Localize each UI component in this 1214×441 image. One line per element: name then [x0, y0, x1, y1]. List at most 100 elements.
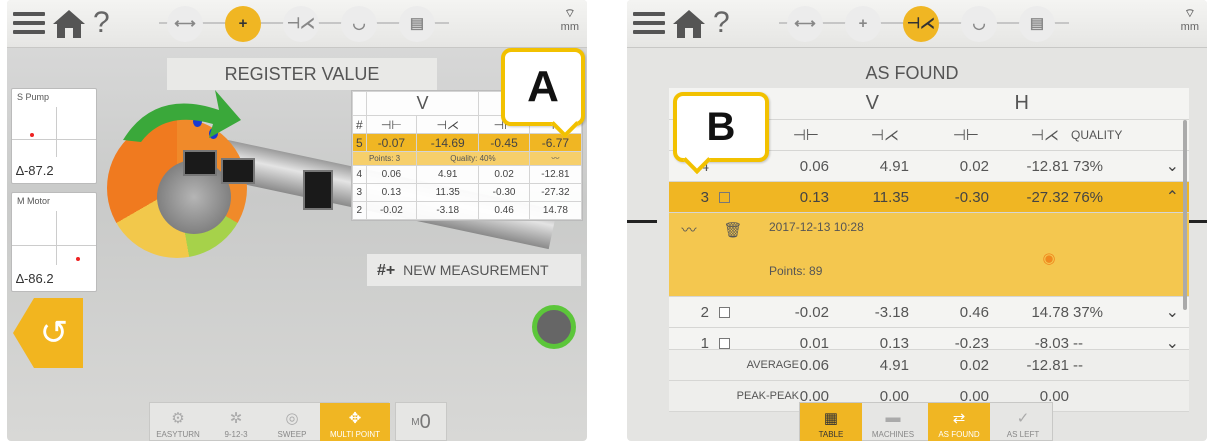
- cell-value: 0.13: [879, 335, 909, 350]
- tab-label: MACHINES: [871, 430, 915, 439]
- divider: [12, 245, 96, 246]
- wifi-icon: ⌔: [564, 6, 576, 20]
- divider: [56, 211, 57, 265]
- tab-as-left[interactable]: ✓ AS LEFT: [992, 403, 1054, 441]
- tab-label: SWEEP: [277, 430, 307, 439]
- machine-box-movable[interactable]: M Motor ∆-86.2: [11, 192, 97, 292]
- measurement-timestamp: 2017-12-13 10:28: [769, 220, 864, 234]
- table-scrollbar[interactable]: [1183, 120, 1187, 310]
- step-dimensions-icon[interactable]: ⟷: [167, 6, 203, 42]
- cell-value: -0.07: [365, 133, 418, 152]
- row-checkbox[interactable]: [719, 192, 730, 203]
- step-correct-icon[interactable]: ◡: [341, 6, 377, 42]
- cell-value: -12.81: [1026, 357, 1069, 374]
- step-report-icon[interactable]: ▤: [1019, 6, 1055, 42]
- current-measurement-row[interactable]: 5 -0.07 -14.69 -0.45 -6.77: [352, 133, 583, 152]
- step-dimensions-icon[interactable]: ⟷: [787, 6, 823, 42]
- step-correct-icon[interactable]: ◡: [961, 6, 997, 42]
- home-icon[interactable]: [671, 8, 707, 40]
- help-icon[interactable]: ?: [93, 6, 110, 40]
- graph-icon[interactable]: 〰: [528, 151, 583, 166]
- shaft-line: [1187, 220, 1207, 223]
- row-number: 1: [700, 335, 709, 350]
- table-row[interactable]: 4 0.06 4.91 0.02 -12.81: [352, 165, 583, 184]
- table-icon: ▦: [823, 410, 839, 427]
- table-row[interactable]: 2 -0.02 -3.18 0.46 14.78: [352, 201, 583, 220]
- cell-value: -8.03: [1034, 335, 1069, 350]
- measurement-counter[interactable]: M0: [395, 402, 447, 441]
- row-detail-panel: 〰 🗑 2017-12-13 10:28 Points: 89 ◉: [669, 213, 1189, 297]
- chevron-down-icon[interactable]: ⌄: [1166, 328, 1179, 349]
- trash-icon[interactable]: 🗑: [721, 219, 745, 243]
- tab-multi-point[interactable]: ✥ MULTI POINT: [320, 403, 390, 441]
- cell-value: 0.06: [365, 165, 418, 184]
- quality-value: --: [1073, 335, 1083, 350]
- chevron-down-icon[interactable]: ⌄: [1166, 151, 1179, 182]
- units-indicator[interactable]: ⌔ mm: [1181, 6, 1199, 33]
- tab-label: MULTI POINT: [329, 430, 381, 439]
- step-report-icon[interactable]: ▤: [399, 6, 435, 42]
- new-measurement-button[interactable]: #+ NEW MEASUREMENT: [367, 254, 581, 286]
- units-indicator[interactable]: ⌔ mm: [561, 6, 579, 33]
- chevron-down-icon[interactable]: ⌄: [1166, 297, 1179, 328]
- graph-icon[interactable]: 〰: [677, 219, 701, 243]
- result-view-bar: ▦ TABLE ▬ MACHINES ⇄ AS FOUND ✓ AS LEFT: [799, 402, 1053, 441]
- tab-sweep[interactable]: ◎ SWEEP: [264, 403, 320, 441]
- row-number: 3: [352, 183, 367, 202]
- machine-box-stationary[interactable]: S Pump ∆-87.2: [11, 88, 97, 184]
- step-results-icon[interactable]: ⊣⋌: [903, 6, 939, 42]
- home-icon[interactable]: [51, 8, 87, 40]
- sweep-mode-icon: ◉: [1042, 250, 1056, 267]
- quality-value: --: [1073, 357, 1083, 374]
- tab-label: AS LEFT: [1006, 430, 1040, 439]
- machines-icon: ▬: [885, 409, 901, 426]
- tab-easyturn[interactable]: ⚙ EASYTURN: [150, 403, 206, 441]
- menu-icon[interactable]: [633, 12, 665, 36]
- group-header-v: V: [365, 91, 480, 116]
- step-measure-icon[interactable]: +: [225, 6, 261, 42]
- as-found-icon: ⇄: [952, 410, 966, 427]
- sensor-unit: [303, 170, 333, 210]
- counter-icon: M: [411, 417, 420, 428]
- cell-value: 4.91: [416, 165, 480, 184]
- group-header-h: H: [1014, 92, 1029, 114]
- sensor-unit: [221, 158, 255, 184]
- cell-value: 0.46: [959, 304, 989, 321]
- shaft-line: [627, 220, 657, 223]
- tab-9-12-3[interactable]: ✲ 9-12-3: [208, 403, 264, 441]
- average-row: AVERAGE 0.06 4.91 0.02 -12.81 --: [669, 350, 1189, 381]
- as-left-icon: ✓: [1016, 410, 1030, 427]
- row-checkbox[interactable]: [719, 307, 730, 318]
- cell-value: 0.13: [799, 189, 829, 206]
- cell-value: -0.30: [954, 189, 989, 206]
- sensor-unit: [183, 150, 217, 176]
- cell-value: -27.32: [528, 183, 583, 202]
- table-row-selected[interactable]: 3 0.13 11.35 -0.30 -27.32 76% ⌃: [669, 182, 1189, 213]
- multi-point-icon: ✥: [348, 410, 362, 427]
- angle-value: ∆-87.2: [16, 163, 54, 178]
- step-measure-icon[interactable]: +: [845, 6, 881, 42]
- parallel-offset-icon: ⊣⊢: [792, 127, 819, 144]
- help-icon[interactable]: ?: [713, 6, 730, 40]
- cell-value: -12.81: [1026, 158, 1069, 175]
- table-row[interactable]: 1 0.01 0.13 -0.23 -8.03 -- ⌄: [669, 328, 1189, 350]
- cell-value: -3.18: [874, 304, 909, 321]
- points-count: Points: 89: [769, 264, 823, 278]
- undo-icon[interactable]: ↺: [13, 298, 83, 368]
- step-results-icon[interactable]: ⊣⋌: [283, 6, 319, 42]
- cell-value: 0.46: [478, 201, 530, 220]
- record-button[interactable]: [532, 305, 576, 349]
- chevron-up-icon[interactable]: ⌃: [1166, 182, 1179, 213]
- quality-value: 76%: [1073, 189, 1104, 206]
- tab-as-found[interactable]: ⇄ AS FOUND: [928, 403, 990, 441]
- cell-value: -14.69: [416, 133, 480, 152]
- table-row[interactable]: 2 -0.02 -3.18 0.46 14.78 37% ⌄: [669, 297, 1189, 328]
- cell-value: -12.81: [528, 165, 583, 184]
- menu-icon[interactable]: [13, 12, 45, 36]
- table-row[interactable]: 3 0.13 11.35 -0.30 -27.32: [352, 183, 583, 202]
- row-checkbox[interactable]: [719, 338, 730, 349]
- tab-machines[interactable]: ▬ MACHINES: [862, 403, 924, 441]
- points-count: Points: 3: [351, 151, 418, 166]
- measurement-mode-bar: ⚙ EASYTURN ✲ 9-12-3 ◎ SWEEP ✥ MULTI POINT: [149, 402, 390, 441]
- tab-table[interactable]: ▦ TABLE: [800, 403, 862, 441]
